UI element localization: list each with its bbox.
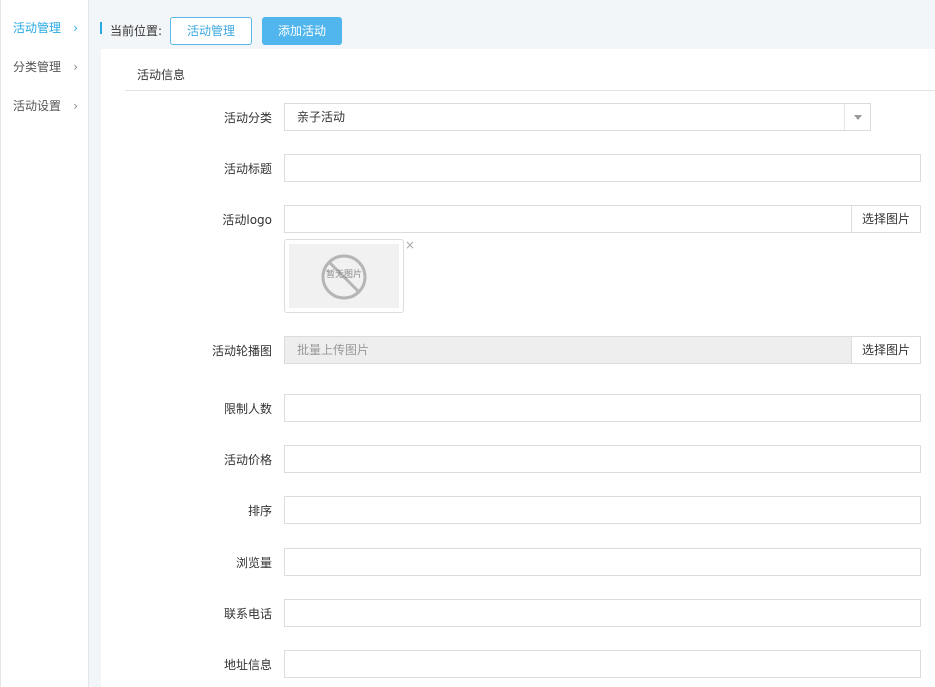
chevron-right-icon: ›	[73, 21, 78, 35]
carousel-input[interactable]: 批量上传图片	[284, 336, 852, 364]
dropdown-toggle[interactable]	[844, 104, 870, 130]
views-input[interactable]	[284, 548, 921, 576]
limit-label: 限制人数	[223, 402, 272, 416]
sort-input[interactable]	[284, 496, 921, 524]
sidebar-item-label: 分类管理	[13, 60, 62, 74]
title-label: 活动标题	[223, 162, 272, 176]
breadcrumb-marker	[100, 22, 102, 34]
sidebar: 活动管理 › 分类管理 › 活动设置 ›	[0, 0, 89, 687]
remove-image-icon[interactable]: ×	[405, 239, 415, 251]
breadcrumb: 当前位置: 活动管理 添加活动	[89, 0, 935, 49]
limit-input[interactable]	[284, 394, 921, 422]
sidebar-item-category-management[interactable]: 分类管理 ›	[1, 48, 89, 87]
section-title: 活动信息	[137, 68, 186, 82]
logo-select-image-button[interactable]: 选择图片	[851, 205, 921, 233]
price-label: 活动价格	[223, 453, 272, 467]
sidebar-item-label: 活动设置	[13, 99, 62, 113]
address-label: 地址信息	[223, 658, 272, 672]
chevron-right-icon: ›	[73, 99, 78, 113]
carousel-select-image-button[interactable]: 选择图片	[851, 336, 921, 364]
title-input[interactable]	[284, 154, 921, 182]
logo-preview: 暂无图片	[284, 239, 404, 313]
price-input[interactable]	[284, 445, 921, 473]
app: 活动管理 › 分类管理 › 活动设置 › 当前位置: 活动管理 添加活动 活动信…	[0, 0, 935, 687]
category-label: 活动分类	[223, 111, 272, 125]
views-label: 浏览量	[235, 556, 272, 570]
logo-label: 活动logo	[222, 213, 272, 227]
no-image-text: 暂无图片	[325, 270, 362, 280]
sidebar-item-activity-settings[interactable]: 活动设置 ›	[1, 87, 89, 126]
activity-management-link-button[interactable]: 活动管理	[170, 17, 252, 45]
add-activity-button[interactable]: 添加活动	[262, 17, 342, 45]
logo-placeholder: 暂无图片	[289, 244, 399, 308]
sidebar-item-label: 活动管理	[13, 21, 62, 35]
category-select-value: 亲子活动	[297, 110, 346, 124]
sort-label: 排序	[247, 504, 272, 518]
category-select[interactable]: 亲子活动	[284, 103, 871, 131]
address-input[interactable]	[284, 650, 921, 678]
caret-down-icon	[854, 115, 862, 120]
activity-form-panel: 活动信息 活动分类 亲子活动 活动标题 活动logo 选择图片 暂无图片 × 活…	[101, 49, 935, 687]
breadcrumb-label: 当前位置:	[110, 24, 163, 38]
chevron-right-icon: ›	[73, 60, 78, 74]
phone-input[interactable]	[284, 599, 921, 627]
section-divider	[125, 90, 935, 91]
carousel-label: 活动轮播图	[211, 344, 272, 358]
logo-input[interactable]	[284, 205, 852, 233]
phone-label: 联系电话	[223, 607, 272, 621]
sidebar-item-activity-management[interactable]: 活动管理 ›	[1, 9, 89, 48]
